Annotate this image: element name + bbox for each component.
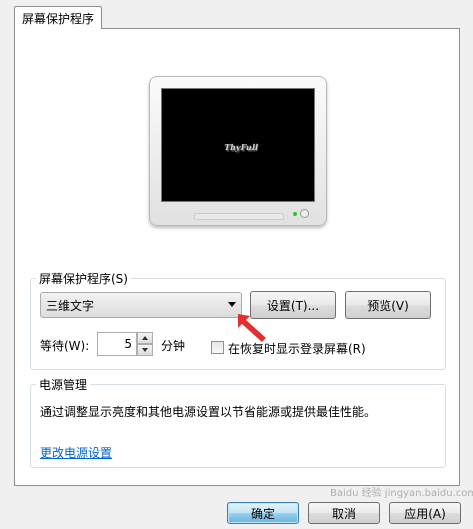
- tab-label: 屏幕保护程序: [21, 11, 94, 26]
- spin-down-button[interactable]: [137, 344, 153, 356]
- chevron-down-icon[interactable]: [228, 302, 236, 307]
- screensaver-selected-value: 三维文字: [46, 298, 95, 313]
- arrow-up-icon: [142, 336, 148, 340]
- annotation-arrow-icon: [238, 314, 266, 342]
- cancel-button-label: 取消: [331, 506, 356, 521]
- monitor-bezel-bar: [194, 213, 284, 220]
- settings-button-label: 设置(T)...: [266, 298, 320, 313]
- wait-minutes-value: 5: [124, 337, 132, 351]
- wait-unit-label: 分钟: [161, 339, 186, 353]
- screen-preview-text: ThyFull: [223, 142, 260, 152]
- screensaver-select[interactable]: 三维文字: [40, 292, 242, 318]
- preview-button-label: 预览(V): [367, 298, 409, 313]
- cancel-button[interactable]: 取消: [308, 502, 380, 524]
- preview-button[interactable]: 预览(V): [345, 291, 431, 319]
- apply-button[interactable]: 应用(A): [389, 502, 461, 524]
- resume-logon-checkbox[interactable]: [211, 341, 224, 354]
- power-led-icon: [293, 212, 297, 216]
- arrow-down-icon: [142, 348, 148, 352]
- apply-button-label: 应用(A): [404, 506, 446, 521]
- tab-screensaver[interactable]: 屏幕保护程序: [14, 6, 102, 29]
- screensaver-group-label: 屏幕保护程序(S): [36, 270, 131, 287]
- wait-label: 等待(W):: [40, 339, 90, 353]
- change-power-settings-link[interactable]: 更改电源设置: [40, 444, 112, 461]
- watermark: Baidu 经验 jingyan.baidu.com: [330, 488, 473, 499]
- wait-minutes-input[interactable]: 5: [97, 332, 137, 356]
- ok-button-label: 确定: [250, 506, 275, 521]
- power-description: 通过调整显示亮度和其他电源设置以节省能源或提供最佳性能。: [40, 405, 377, 419]
- spin-up-button[interactable]: [137, 332, 153, 344]
- power-group-label: 电源管理: [36, 376, 91, 393]
- ok-button[interactable]: 确定: [227, 502, 299, 524]
- power-button-icon: [300, 209, 309, 218]
